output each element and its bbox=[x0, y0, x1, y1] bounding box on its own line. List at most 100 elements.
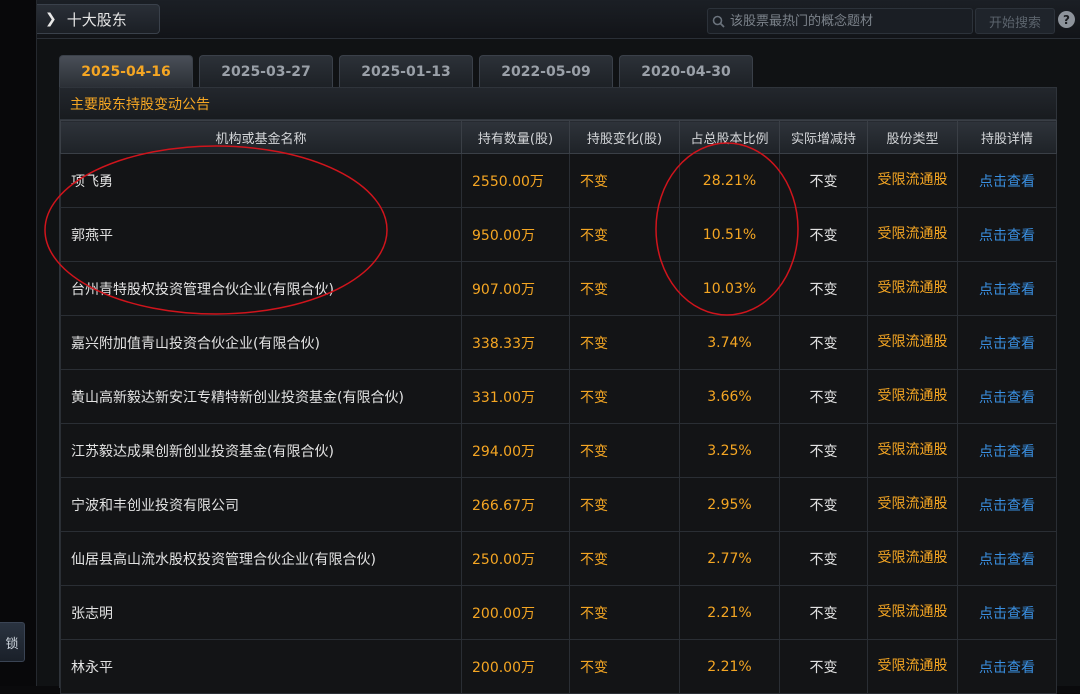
cell-ratio: 10.51% bbox=[679, 207, 780, 262]
cell-type: 受限流通股 bbox=[867, 531, 958, 586]
cell-type: 受限流通股 bbox=[867, 585, 958, 640]
detail-cell: 点击查看 bbox=[957, 477, 1057, 532]
top-holders-panel: ❯ 十大股东 开始搜索 ? 2025-04-162025-03-272025-0… bbox=[36, 0, 1080, 694]
cell-actual: 不变 bbox=[779, 207, 868, 262]
column-header: 持股变化(股) bbox=[569, 120, 680, 154]
panel-title-tab[interactable]: ❯ 十大股东 bbox=[37, 4, 160, 34]
cell-actual: 不变 bbox=[779, 153, 868, 208]
cell-shares: 200.00万 bbox=[461, 639, 570, 694]
view-detail-link[interactable]: 点击查看 bbox=[979, 282, 1035, 298]
table-row: 张志明 200.00万 不变 2.21% 不变 受限流通股 点击查看 bbox=[60, 585, 1057, 640]
cell-shares: 250.00万 bbox=[461, 531, 570, 586]
cell-name: 嘉兴附加值青山投资合伙企业(有限合伙) bbox=[60, 315, 462, 370]
cell-ratio: 10.03% bbox=[679, 261, 780, 316]
cell-name: 仙居县高山流水股权投资管理合伙企业(有限合伙) bbox=[60, 531, 462, 586]
tab-date-2025-04-16[interactable]: 2025-04-16 bbox=[59, 55, 193, 87]
cell-actual: 不变 bbox=[779, 477, 868, 532]
cell-actual: 不变 bbox=[779, 315, 868, 370]
detail-cell: 点击查看 bbox=[957, 423, 1057, 478]
detail-cell: 点击查看 bbox=[957, 639, 1057, 694]
view-detail-link[interactable]: 点击查看 bbox=[979, 228, 1035, 244]
concept-search-box bbox=[707, 8, 973, 34]
table-row: 仙居县高山流水股权投资管理合伙企业(有限合伙) 250.00万 不变 2.77% 不变受… bbox=[60, 531, 1057, 586]
view-detail-link[interactable]: 点击查看 bbox=[979, 552, 1035, 568]
column-header: 持有数量(股) bbox=[461, 120, 570, 154]
search-icon bbox=[708, 15, 728, 28]
column-header: 占总股本比例 bbox=[679, 120, 780, 154]
cell-type: 受限流通股 bbox=[867, 261, 958, 316]
cell-actual: 不变 bbox=[779, 531, 868, 586]
cell-change: 不变 bbox=[569, 531, 680, 586]
column-header: 实际增减持 bbox=[779, 120, 868, 154]
cell-shares: 2550.00万 bbox=[461, 153, 570, 208]
cell-name: 台州青特股权投资管理合伙企业(有限合伙) bbox=[60, 261, 462, 316]
cell-name: 江苏毅达成果创新创业投资基金(有限合伙) bbox=[60, 423, 462, 478]
tab-date-2025-03-27[interactable]: 2025-03-27 bbox=[199, 55, 333, 87]
cell-actual: 不变 bbox=[779, 639, 868, 694]
view-detail-link[interactable]: 点击查看 bbox=[979, 660, 1035, 676]
cell-change: 不变 bbox=[569, 315, 680, 370]
column-header: 持股详情 bbox=[957, 120, 1057, 154]
cell-change: 不变 bbox=[569, 477, 680, 532]
tab-date-2022-05-09[interactable]: 2022-05-09 bbox=[479, 55, 613, 87]
cell-ratio: 2.95% bbox=[679, 477, 780, 532]
detail-cell: 点击查看 bbox=[957, 369, 1057, 424]
view-detail-link[interactable]: 点击查看 bbox=[979, 444, 1035, 460]
cell-actual: 不变 bbox=[779, 585, 868, 640]
cell-type: 受限流通股 bbox=[867, 639, 958, 694]
cell-type: 受限流通股 bbox=[867, 315, 958, 370]
cell-type: 受限流通股 bbox=[867, 153, 958, 208]
cell-change: 不变 bbox=[569, 585, 680, 640]
cell-shares: 266.67万 bbox=[461, 477, 570, 532]
holders-content: 主要股东持股变动公告 机构或基金名称 持有数量(股) 持股变化(股) 占总股本比例 实际… bbox=[59, 87, 1057, 694]
cell-change: 不变 bbox=[569, 261, 680, 316]
help-icon[interactable]: ? bbox=[1058, 11, 1075, 28]
cell-ratio: 3.66% bbox=[679, 369, 780, 424]
panel-title: 十大股东 bbox=[66, 10, 127, 29]
table-header-row: 机构或基金名称 持有数量(股) 持股变化(股) 占总股本比例 实际增减持 股份类型 持股详情 bbox=[60, 120, 1057, 154]
cell-name: 张志明 bbox=[60, 585, 462, 640]
cell-change: 不变 bbox=[569, 207, 680, 262]
view-detail-link[interactable]: 点击查看 bbox=[979, 390, 1035, 406]
cell-type: 受限流通股 bbox=[867, 207, 958, 262]
cell-change: 不变 bbox=[569, 153, 680, 208]
search-button[interactable]: 开始搜索 bbox=[975, 8, 1055, 34]
table-row: 林永平 200.00万 不变 2.21% 不变 受限流通股 点击查看 bbox=[60, 639, 1057, 694]
cell-ratio: 3.74% bbox=[679, 315, 780, 370]
cell-type: 受限流通股 bbox=[867, 477, 958, 532]
holders-table: 机构或基金名称 持有数量(股) 持股变化(股) 占总股本比例 实际增减持 股份类型 持股详情… bbox=[60, 120, 1057, 694]
view-detail-link[interactable]: 点击查看 bbox=[979, 606, 1035, 622]
top-bar: ❯ 十大股东 开始搜索 ? bbox=[37, 0, 1080, 39]
cell-name: 黄山高新毅达新安江专精特新创业投资基金(有限合伙) bbox=[60, 369, 462, 424]
tab-date-2025-01-13[interactable]: 2025-01-13 bbox=[339, 55, 473, 87]
table-row: 项飞勇 2550.00万 不变 28.21% 不变 受限流通股 点击查看 bbox=[60, 153, 1057, 208]
detail-cell: 点击查看 bbox=[957, 531, 1057, 586]
view-detail-link[interactable]: 点击查看 bbox=[979, 498, 1035, 514]
cell-name: 林永平 bbox=[60, 639, 462, 694]
detail-cell: 点击查看 bbox=[957, 153, 1057, 208]
detail-cell: 点击查看 bbox=[957, 261, 1057, 316]
view-detail-link[interactable]: 点击查看 bbox=[979, 174, 1035, 190]
table-row: 江苏毅达成果创新创业投资基金(有限合伙) 294.00万 不变 3.25% 不变 受限流通… bbox=[60, 423, 1057, 478]
side-tab[interactable]: 锁 bbox=[0, 622, 25, 662]
cell-shares: 200.00万 bbox=[461, 585, 570, 640]
cell-ratio: 2.77% bbox=[679, 531, 780, 586]
view-detail-link[interactable]: 点击查看 bbox=[979, 336, 1035, 352]
cell-type: 受限流通股 bbox=[867, 369, 958, 424]
cell-ratio: 28.21% bbox=[679, 153, 780, 208]
table-row: 嘉兴附加值青山投资合伙企业(有限合伙) 338.33万 不变 3.74% 不变 受限流通股… bbox=[60, 315, 1057, 370]
cell-name: 郭燕平 bbox=[60, 207, 462, 262]
detail-cell: 点击查看 bbox=[957, 315, 1057, 370]
tab-date-2020-04-30[interactable]: 2020-04-30 bbox=[619, 55, 753, 87]
cell-actual: 不变 bbox=[779, 423, 868, 478]
cell-ratio: 2.21% bbox=[679, 585, 780, 640]
cell-ratio: 3.25% bbox=[679, 423, 780, 478]
table-row: 黄山高新毅达新安江专精特新创业投资基金(有限合伙) 331.00万 不变 3.66% 不… bbox=[60, 369, 1057, 424]
detail-cell: 点击查看 bbox=[957, 585, 1057, 640]
cell-type: 受限流通股 bbox=[867, 423, 958, 478]
search-input[interactable] bbox=[728, 12, 972, 30]
table-row: 宁波和丰创业投资有限公司 266.67万 不变 2.95% 不变 受限流通股 点击查看 bbox=[60, 477, 1057, 532]
table-row: 台州青特股权投资管理合伙企业(有限合伙) 907.00万 不变 10.03% 不变 受限流… bbox=[60, 261, 1057, 316]
column-header: 机构或基金名称 bbox=[60, 120, 462, 154]
cell-actual: 不变 bbox=[779, 261, 868, 316]
